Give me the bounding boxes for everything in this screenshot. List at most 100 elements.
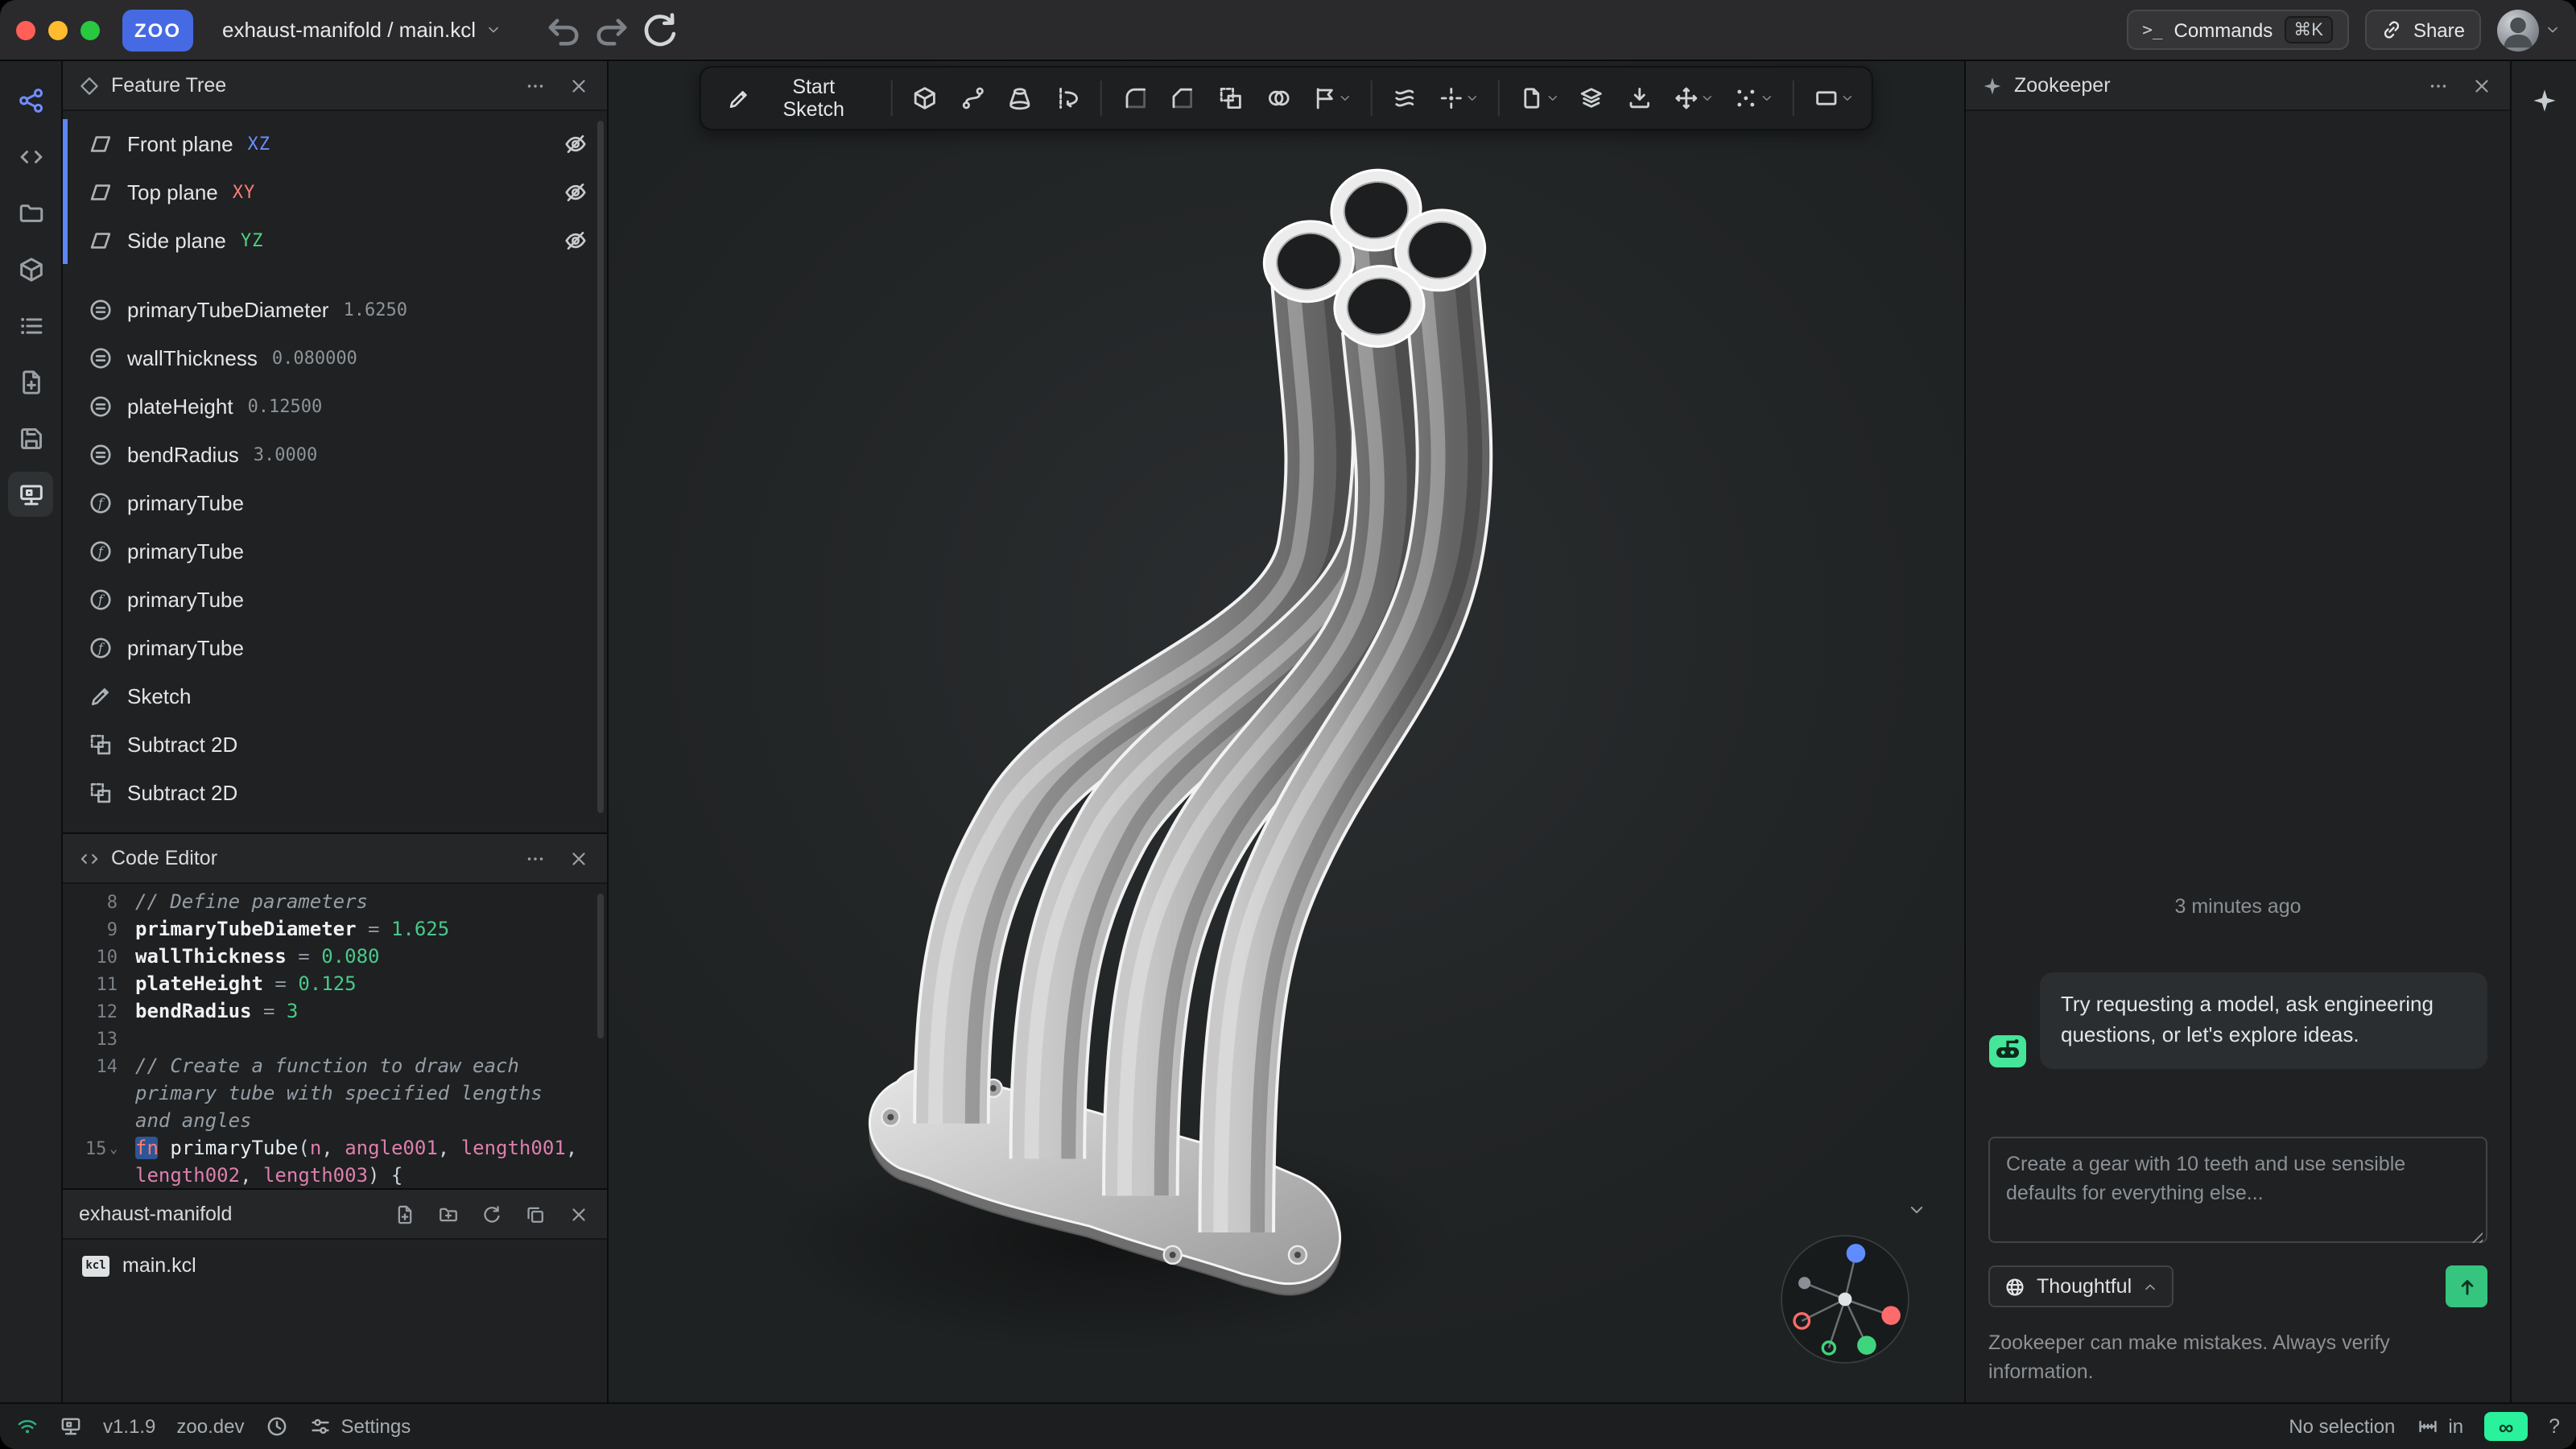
folder-rail-button[interactable] bbox=[0, 187, 61, 240]
file-tool-button[interactable] bbox=[1509, 74, 1568, 122]
window-close-button[interactable] bbox=[16, 20, 35, 39]
machine-status-icon[interactable] bbox=[60, 1415, 82, 1438]
project-files-close-button[interactable] bbox=[562, 1198, 594, 1230]
feature-tree-item-subtract-2d[interactable]: Subtract 2D bbox=[63, 768, 607, 816]
gizmo-z-axis[interactable] bbox=[1847, 1244, 1866, 1263]
window-zoom-button[interactable] bbox=[80, 20, 100, 39]
list-rail-button[interactable] bbox=[0, 299, 61, 353]
commands-button[interactable]: >_ Commands ⌘K bbox=[2126, 10, 2349, 50]
feature-tree-scrollbar[interactable] bbox=[597, 121, 604, 813]
start-sketch-button[interactable]: Start Sketch bbox=[711, 74, 881, 122]
layers-tool-button[interactable] bbox=[1569, 74, 1615, 122]
list-icon bbox=[17, 312, 44, 340]
units-button[interactable]: in bbox=[2416, 1415, 2463, 1438]
zookeeper-toggle-button[interactable] bbox=[2513, 74, 2574, 127]
sweep-tool-button[interactable] bbox=[950, 74, 996, 122]
fold-chevron-icon[interactable]: ⌄ bbox=[109, 1135, 118, 1162]
pattern-tool-button[interactable] bbox=[1724, 74, 1783, 122]
feature-tree-item-sketch[interactable]: Sketch bbox=[63, 671, 607, 720]
code-editor-close-button[interactable] bbox=[562, 842, 594, 874]
feature-tree-item-side-plane[interactable]: Side planeYZ bbox=[63, 216, 607, 264]
collapse-files-button[interactable] bbox=[518, 1198, 551, 1230]
feature-tree-close-button[interactable] bbox=[562, 69, 594, 101]
prompt-input[interactable] bbox=[1988, 1137, 2487, 1243]
settings-button[interactable]: Settings bbox=[308, 1415, 411, 1438]
code-line-9[interactable]: 9primaryTubeDiameter = 1.625 bbox=[63, 916, 607, 943]
feature-tree-item-front-plane[interactable]: Front planeXZ bbox=[63, 119, 607, 167]
code-editor-scrollbar[interactable] bbox=[597, 894, 604, 1038]
3d-viewport[interactable]: Start Sketch bbox=[609, 61, 1964, 1402]
reasoning-mode-dropdown[interactable]: Thoughtful bbox=[1988, 1265, 2174, 1307]
boolean-union-tool-button[interactable] bbox=[1255, 74, 1301, 122]
helix-tool-button[interactable] bbox=[1382, 74, 1428, 122]
feature-label: Side plane bbox=[127, 228, 226, 252]
refresh-files-button[interactable] bbox=[475, 1198, 507, 1230]
user-menu[interactable] bbox=[2497, 9, 2560, 51]
send-button[interactable] bbox=[2446, 1265, 2487, 1307]
visibility-toggle[interactable] bbox=[564, 131, 588, 155]
gizmo-x-axis[interactable] bbox=[1881, 1306, 1901, 1325]
window-minimize-button[interactable] bbox=[48, 20, 68, 39]
plane-flag-tool-button[interactable] bbox=[1302, 74, 1361, 122]
extrude-tool-button[interactable] bbox=[902, 74, 948, 122]
file-list-item[interactable]: kcl main.kcl bbox=[63, 1245, 607, 1286]
gizmo-menu-chevron[interactable] bbox=[1908, 1201, 1926, 1219]
create-folder-button[interactable] bbox=[431, 1198, 464, 1230]
code-editor-content[interactable]: 8// Define parameters9primaryTubeDiamete… bbox=[63, 884, 607, 1188]
clock-icon[interactable] bbox=[265, 1415, 287, 1438]
share-button[interactable]: Share bbox=[2365, 10, 2481, 50]
code-line-11[interactable]: 11plateHeight = 0.125 bbox=[63, 971, 607, 998]
feature-tree-item-top-plane[interactable]: Top planeXY bbox=[63, 167, 607, 216]
revolve-tool-button[interactable] bbox=[1045, 74, 1091, 122]
save-rail-button[interactable] bbox=[0, 412, 61, 465]
visibility-toggle[interactable] bbox=[564, 228, 588, 252]
help-button[interactable]: ? bbox=[2549, 1415, 2560, 1438]
feature-tree-item-primarytube[interactable]: fprimaryTube bbox=[63, 478, 607, 526]
redo-button[interactable] bbox=[590, 9, 632, 51]
code-line-14[interactable]: 14// Create a function to draw each prim… bbox=[63, 1053, 607, 1135]
credits-badge[interactable]: ∞ bbox=[2484, 1412, 2528, 1441]
feature-tree-item-bendradius[interactable]: bendRadius3.0000 bbox=[63, 430, 607, 478]
create-file-button[interactable] bbox=[388, 1198, 420, 1230]
zookeeper-menu-button[interactable] bbox=[2421, 69, 2454, 101]
refresh-stream-button[interactable] bbox=[638, 9, 680, 51]
network-rail-button[interactable] bbox=[0, 74, 61, 127]
feature-tree-item-subtract-2d[interactable]: Subtract 2D bbox=[63, 720, 607, 768]
code-editor-menu-button[interactable] bbox=[518, 842, 551, 874]
feature-tree-item-wallthickness[interactable]: wallThickness0.080000 bbox=[63, 333, 607, 382]
file-plus-rail-button[interactable] bbox=[0, 356, 61, 409]
feature-tree-item-plateheight[interactable]: plateHeight0.12500 bbox=[63, 382, 607, 430]
undo-button[interactable] bbox=[542, 9, 584, 51]
point-tool-button[interactable] bbox=[1430, 74, 1488, 122]
code-line-13[interactable]: 13 bbox=[63, 1026, 607, 1053]
visibility-toggle[interactable] bbox=[564, 180, 588, 204]
feature-tree-item-primarytube[interactable]: fprimaryTube bbox=[63, 623, 607, 671]
code-line-15[interactable]: 15⌄fn primaryTube(n, angle001, length001… bbox=[63, 1135, 607, 1188]
zoo-logo-text: ZOO bbox=[134, 19, 181, 41]
feature-tree-menu-button[interactable] bbox=[518, 69, 551, 101]
move-tool-button[interactable] bbox=[1665, 74, 1724, 122]
boolean-subtract-tool-button[interactable] bbox=[1208, 74, 1253, 122]
machine-rail-button[interactable] bbox=[8, 472, 53, 517]
feature-tree-item-primarytube[interactable]: fprimaryTube bbox=[63, 575, 607, 623]
zoo-dev-link[interactable]: zoo.dev bbox=[176, 1415, 244, 1438]
parameter-value: 0.080000 bbox=[272, 347, 357, 368]
cube-rail-button[interactable] bbox=[0, 243, 61, 296]
code-line-10[interactable]: 10wallThickness = 0.080 bbox=[63, 943, 607, 971]
code-line-12[interactable]: 12bendRadius = 3 bbox=[63, 998, 607, 1026]
app-version[interactable]: v1.1.9 bbox=[103, 1415, 155, 1438]
code-line-8[interactable]: 8// Define parameters bbox=[63, 889, 607, 916]
view-gizmo[interactable] bbox=[1777, 1232, 1913, 1367]
import-tool-button[interactable] bbox=[1616, 74, 1662, 122]
loft-tool-button[interactable] bbox=[997, 74, 1043, 122]
zookeeper-close-button[interactable] bbox=[2465, 69, 2497, 101]
project-breadcrumb[interactable]: exhaust-manifold / main.kcl bbox=[209, 11, 513, 48]
fillet-tool-button[interactable] bbox=[1113, 74, 1158, 122]
chamfer-tool-button[interactable] bbox=[1160, 74, 1206, 122]
code-rail-button[interactable] bbox=[0, 130, 61, 184]
feature-tree-item-primarytube[interactable]: fprimaryTube bbox=[63, 526, 607, 575]
rectangle-tool-button[interactable] bbox=[1804, 74, 1863, 122]
feature-tree-item-primarytubediameter[interactable]: primaryTubeDiameter1.6250 bbox=[63, 285, 607, 333]
network-status-icon[interactable] bbox=[16, 1415, 39, 1438]
gizmo-y-axis[interactable] bbox=[1857, 1335, 1876, 1355]
